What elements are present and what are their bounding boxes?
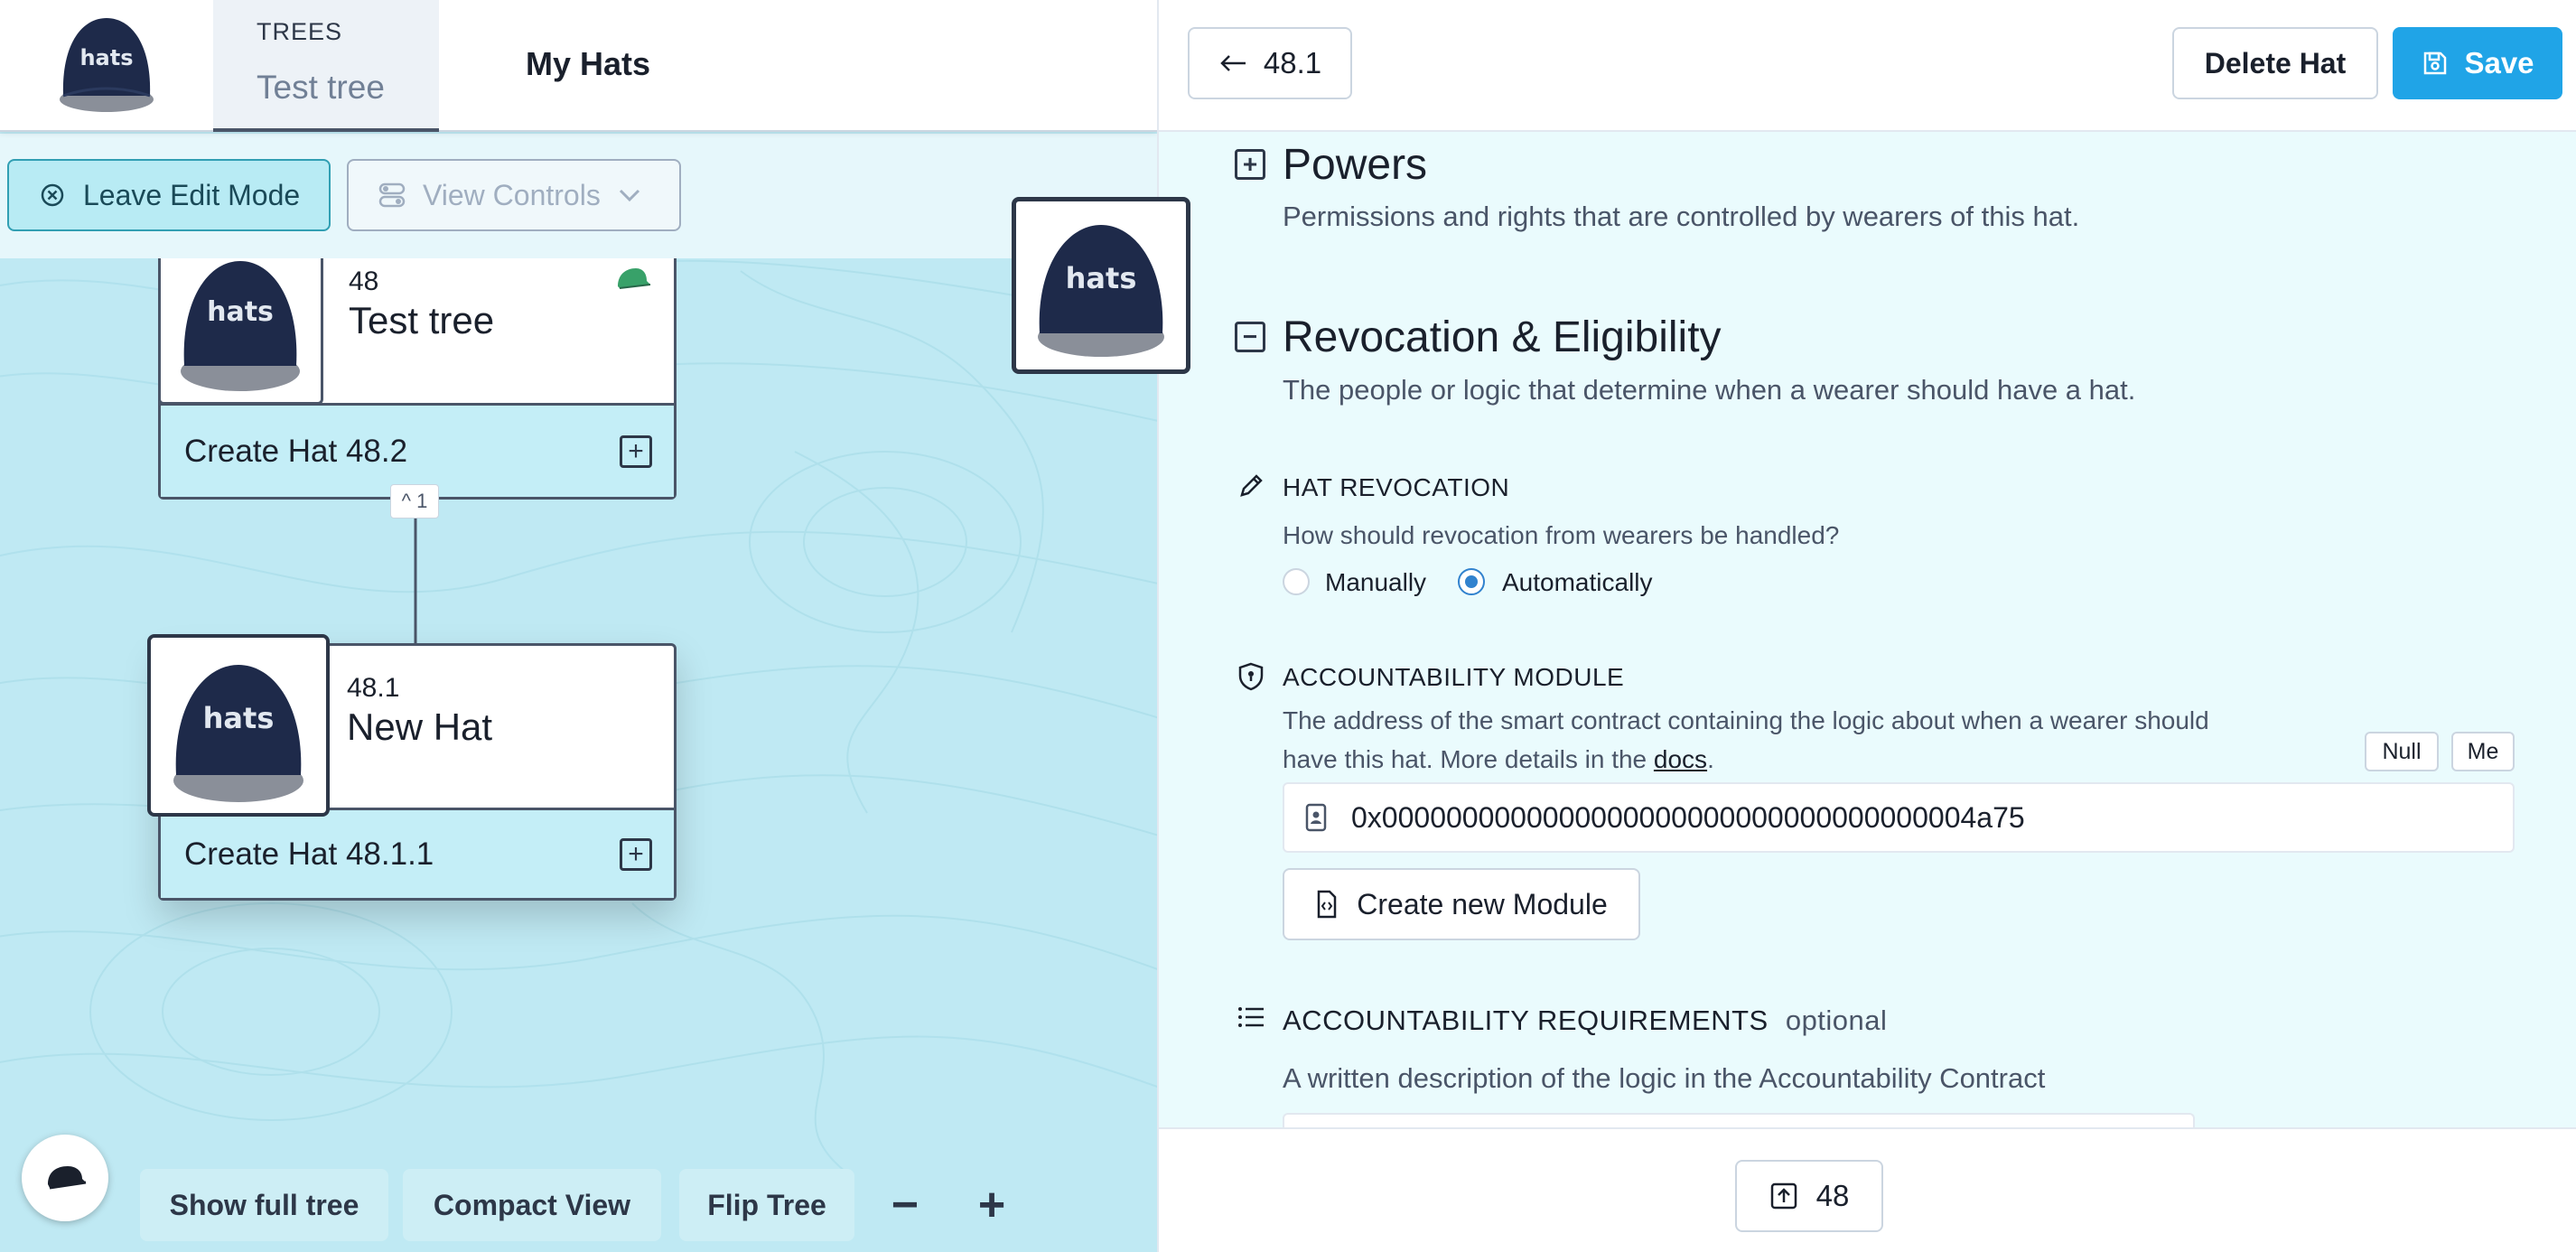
svg-text:hats: hats <box>203 701 275 735</box>
current-tree-name: Test tree <box>257 69 385 106</box>
tab-my-hats[interactable]: My Hats <box>526 45 650 83</box>
app-header: hats TREES Test tree My Hats <box>0 0 1157 132</box>
chevron-down-icon <box>619 189 639 202</box>
wearer-hat-icon <box>618 268 651 289</box>
revocation-title: Revocation & Eligibility <box>1283 313 1722 361</box>
user-avatar-button[interactable] <box>22 1135 108 1221</box>
hat-revocation-label: HAT REVOCATION <box>1283 473 1510 501</box>
powers-description: Permissions and rights that are controll… <box>1283 201 2080 232</box>
contact-card-icon <box>1305 803 1327 832</box>
optional-tag: optional <box>1785 1004 1888 1036</box>
leave-edit-mode-label: Leave Edit Mode <box>83 178 301 211</box>
flip-tree-button[interactable]: Flip Tree <box>679 1169 854 1241</box>
create-new-module-button[interactable]: Create new Module <box>1283 868 1640 940</box>
create-hat-label: Create Hat 48.1.1 <box>184 836 434 872</box>
svg-text:hats: hats <box>1066 261 1137 295</box>
create-new-module-label: Create new Module <box>1357 887 1608 920</box>
me-address-button[interactable]: Me <box>2451 732 2515 771</box>
tree-control-bar: Leave Edit Mode View Controls <box>0 134 1157 258</box>
arrow-up-square-icon <box>1770 1182 1797 1210</box>
accountability-requirements-label: ACCOUNTABILITY REQUIREMENTS optional <box>1283 1004 1887 1037</box>
requirements-title: ACCOUNTABILITY REQUIREMENTS <box>1283 1004 1769 1036</box>
shield-icon <box>1238 662 1264 691</box>
hat-revocation-question: How should revocation from wearers be ha… <box>1283 521 1840 549</box>
compact-view-button[interactable]: Compact View <box>403 1169 661 1241</box>
create-hat-label: Create Hat 48.2 <box>184 433 408 469</box>
close-circle-icon <box>41 183 64 207</box>
back-button[interactable]: 48.1 <box>1188 27 1352 99</box>
save-icon <box>2424 51 2447 75</box>
leave-edit-mode-button[interactable]: Leave Edit Mode <box>7 159 331 231</box>
view-controls-dropdown[interactable]: View Controls <box>347 159 681 231</box>
revocation-description: The people or logic that determine when … <box>1283 374 2136 406</box>
plus-square-icon[interactable]: + <box>620 434 652 468</box>
toggles-icon <box>378 182 406 208</box>
accountability-address-input[interactable]: 0x0000000000000000000000000000000000004a… <box>1283 782 2515 853</box>
collapse-revocation-toggle[interactable]: − <box>1235 322 1265 352</box>
tree-connector <box>414 500 417 644</box>
trees-kicker: TREES <box>257 18 343 45</box>
tree-view-bottom-bar: Show full tree Compact View Flip Tree − … <box>0 1156 1157 1252</box>
hat-detail-panel: 48.1 Delete Hat Save + Powers Permission… <box>1157 0 2576 1252</box>
null-address-button[interactable]: Null <box>2365 732 2439 771</box>
accountability-address-value: 0x0000000000000000000000000000000000004a… <box>1351 800 2025 834</box>
plus-square-icon[interactable]: + <box>620 837 652 871</box>
create-hat-row[interactable]: Create Hat 48.2 + <box>161 403 674 497</box>
cap-icon <box>48 1166 87 1190</box>
radio-manually-label[interactable]: Manually <box>1325 568 1426 597</box>
create-hat-row[interactable]: Create Hat 48.1.1 + <box>161 808 674 898</box>
svg-text:hats: hats <box>79 45 133 70</box>
show-full-tree-button[interactable]: Show full tree <box>140 1169 388 1241</box>
accountability-requirements-description: A written description of the logic in th… <box>1283 1062 2046 1094</box>
accountability-module-description: The address of the smart contract contai… <box>1283 701 2294 779</box>
svg-text:hats: hats <box>207 296 274 328</box>
accountability-desc-end: . <box>1707 745 1714 773</box>
hat-id: 48.1 <box>347 673 400 703</box>
zoom-out-button[interactable]: − <box>878 1169 932 1241</box>
tree-canvas-panel[interactable]: hats TREES Test tree My Hats Leave Edit … <box>0 0 1157 1252</box>
hat-name: Test tree <box>349 299 495 341</box>
powers-title: Powers <box>1283 141 1428 189</box>
parent-hat-label: 48 <box>1815 1179 1850 1212</box>
save-button[interactable]: Save <box>2393 27 2562 99</box>
radio-automatically[interactable] <box>1458 568 1485 595</box>
detail-header: 48.1 Delete Hat Save <box>1159 0 2576 132</box>
delete-hat-button[interactable]: Delete Hat <box>2172 27 2378 99</box>
list-icon <box>1238 1007 1264 1027</box>
arrow-left-icon <box>1220 55 1246 71</box>
accountability-module-label: ACCOUNTABILITY MODULE <box>1283 663 1625 691</box>
radio-automatically-label[interactable]: Automatically <box>1502 568 1653 597</box>
radio-manually[interactable] <box>1283 568 1310 595</box>
zoom-in-button[interactable]: + <box>965 1169 1019 1241</box>
tab-current-tree[interactable]: TREES Test tree <box>213 0 439 132</box>
save-label: Save <box>2464 46 2534 79</box>
go-to-parent-button[interactable]: 48 <box>1735 1160 1883 1232</box>
expand-powers-toggle[interactable]: + <box>1235 149 1265 180</box>
pencil-icon <box>1240 474 1263 497</box>
accountability-desc-line2: have this hat. More details in the <box>1283 745 1647 773</box>
code-file-icon <box>1318 890 1337 919</box>
selected-hat-image-preview[interactable]: hats <box>1012 197 1190 374</box>
hat-id: 48 <box>349 266 379 296</box>
detail-footer: 48 <box>1159 1127 2576 1252</box>
hats-logo[interactable]: hats <box>54 9 159 116</box>
hat-name: New Hat <box>347 705 493 748</box>
hat-card-parent[interactable]: hats 48 Test tree Create Hat 48.2 + <box>158 226 677 500</box>
back-label: 48.1 <box>1263 46 1322 79</box>
docs-link[interactable]: docs <box>1654 745 1707 773</box>
hat-image-selected: hats <box>147 634 330 817</box>
view-controls-label: View Controls <box>423 178 601 211</box>
accountability-desc-line1: The address of the smart contract contai… <box>1283 706 2209 734</box>
collapse-children-badge[interactable]: ^ 1 <box>390 484 439 519</box>
